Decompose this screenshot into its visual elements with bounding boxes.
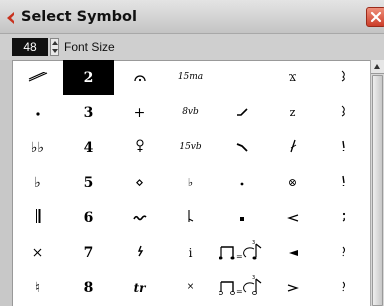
arrow-right-icon xyxy=(287,281,299,295)
symbol-cell[interactable] xyxy=(267,270,318,305)
symbol-cell[interactable] xyxy=(267,200,318,235)
symbol-cell[interactable]: 6 xyxy=(63,200,114,235)
svg-text:=: = xyxy=(236,252,243,261)
nailed-right-icon xyxy=(341,245,347,260)
symbol-cell[interactable]: 7 xyxy=(63,235,114,270)
symbol-cell[interactable]: 3 xyxy=(63,95,114,130)
comma-icon xyxy=(341,210,347,225)
symbol-cell[interactable] xyxy=(216,60,267,95)
symbol-cell[interactable]: 8 xyxy=(63,270,114,305)
symbol-cell[interactable] xyxy=(114,60,165,95)
symbol-cell[interactable]: 8vb xyxy=(165,95,216,130)
title-bar: Select Symbol xyxy=(0,0,384,34)
double-bar-icon xyxy=(34,208,42,227)
svg-text:3: 3 xyxy=(252,275,255,281)
symbol-cell[interactable]: i xyxy=(165,235,216,270)
symbol-cell[interactable] xyxy=(318,60,369,95)
symbol-cell[interactable] xyxy=(114,200,165,235)
symbol-cell[interactable]: 15ma xyxy=(165,60,216,95)
symbol-cell[interactable]: z xyxy=(267,95,318,130)
dot-icon xyxy=(35,106,41,120)
svg-text:3: 3 xyxy=(252,240,255,246)
arrow-left-icon xyxy=(286,211,299,225)
dot-icon xyxy=(239,176,245,190)
cubase-logo-icon xyxy=(4,10,18,24)
window-title: Select Symbol xyxy=(21,9,137,25)
fingering-icon xyxy=(135,139,145,156)
symbol-cell[interactable] xyxy=(216,95,267,130)
nailed-right-icon xyxy=(341,70,347,85)
symbol-cell[interactable]: ⋄ xyxy=(114,165,165,200)
font-size-input[interactable]: 48 xyxy=(12,38,48,56)
symbol-cell[interactable]: × xyxy=(165,270,216,305)
fermata-icon xyxy=(133,71,146,85)
vertical-scrollbar[interactable] xyxy=(370,60,384,306)
symbol-cell[interactable]: + xyxy=(114,95,165,130)
symbol-cell[interactable] xyxy=(318,200,369,235)
symbol-cell[interactable] xyxy=(318,95,369,130)
flag-icon xyxy=(187,209,194,226)
symbol-cell[interactable] xyxy=(318,270,369,305)
symbol-cell[interactable]: = 3 xyxy=(216,235,267,270)
arrow-left-filled-icon xyxy=(287,246,299,260)
symbol-cell[interactable] xyxy=(12,200,63,235)
square-dot-icon xyxy=(239,211,245,225)
font-size-stepper[interactable] xyxy=(50,38,59,56)
nailed-right-icon xyxy=(341,280,347,295)
symbol-cell[interactable]: × xyxy=(12,235,63,270)
symbol-cell[interactable]: Ϫ xyxy=(267,60,318,95)
tuplet-two-icon: = 3 xyxy=(217,274,265,301)
stepper-up-icon[interactable] xyxy=(52,41,58,45)
symbol-cell[interactable]: 5 xyxy=(63,165,114,200)
symbol-cell[interactable] xyxy=(12,95,63,130)
symbol-cell[interactable] xyxy=(165,200,216,235)
symbol-cell[interactable] xyxy=(12,60,63,95)
bend-icon xyxy=(236,106,248,120)
symbol-cell[interactable] xyxy=(216,165,267,200)
scroll-thumb[interactable] xyxy=(372,75,383,306)
symbol-cell[interactable] xyxy=(114,130,165,165)
symbol-cell[interactable] xyxy=(114,235,165,270)
symbol-cell[interactable]: 4 xyxy=(63,130,114,165)
symbol-cell[interactable]: tr xyxy=(114,270,165,305)
symbol-cell[interactable]: ♭♭ xyxy=(12,130,63,165)
symbol-cell[interactable] xyxy=(318,235,369,270)
slashed-stem-icon xyxy=(289,139,297,156)
close-button[interactable] xyxy=(366,7,384,27)
symbol-cell[interactable]: ⊗ xyxy=(267,165,318,200)
nailed-right-icon xyxy=(341,105,347,120)
font-size-label: Font Size xyxy=(64,40,115,54)
stepper-down-icon[interactable] xyxy=(52,49,58,53)
scroll-up-button[interactable] xyxy=(371,60,384,74)
nailed-right-icon xyxy=(341,140,347,155)
symbol-cell[interactable]: 15vb xyxy=(165,130,216,165)
symbol-cell[interactable] xyxy=(267,235,318,270)
symbol-cell[interactable] xyxy=(318,165,369,200)
svg-text:=: = xyxy=(236,287,243,296)
symbol-cell[interactable]: = 3 xyxy=(216,270,267,305)
chevron-up-icon xyxy=(374,64,380,69)
symbol-grid: ♭♭ ♭ × ♮ 2 3 4 5 6 7 8 + ⋄ tr 15ma 8vb 1… xyxy=(12,60,370,306)
symbol-cell[interactable] xyxy=(267,130,318,165)
symbol-cell[interactable] xyxy=(318,130,369,165)
symbol-cell[interactable] xyxy=(216,130,267,165)
font-size-toolbar: 48 Font Size xyxy=(0,34,384,60)
trill-wiggle-icon xyxy=(132,211,147,225)
turn-icon xyxy=(136,245,144,260)
tuplet-one-icon: = 3 xyxy=(218,239,265,266)
symbol-cell[interactable]: ♭ xyxy=(165,165,216,200)
symbol-cell[interactable]: ♮ xyxy=(12,270,63,305)
nailed-right-icon xyxy=(341,175,347,190)
fall-icon xyxy=(236,141,248,155)
symbol-cell[interactable] xyxy=(216,200,267,235)
symbol-cell[interactable]: ♭ xyxy=(12,165,63,200)
symbol-cell-selected[interactable]: 2 xyxy=(63,60,114,95)
slash-icon xyxy=(28,69,48,85)
